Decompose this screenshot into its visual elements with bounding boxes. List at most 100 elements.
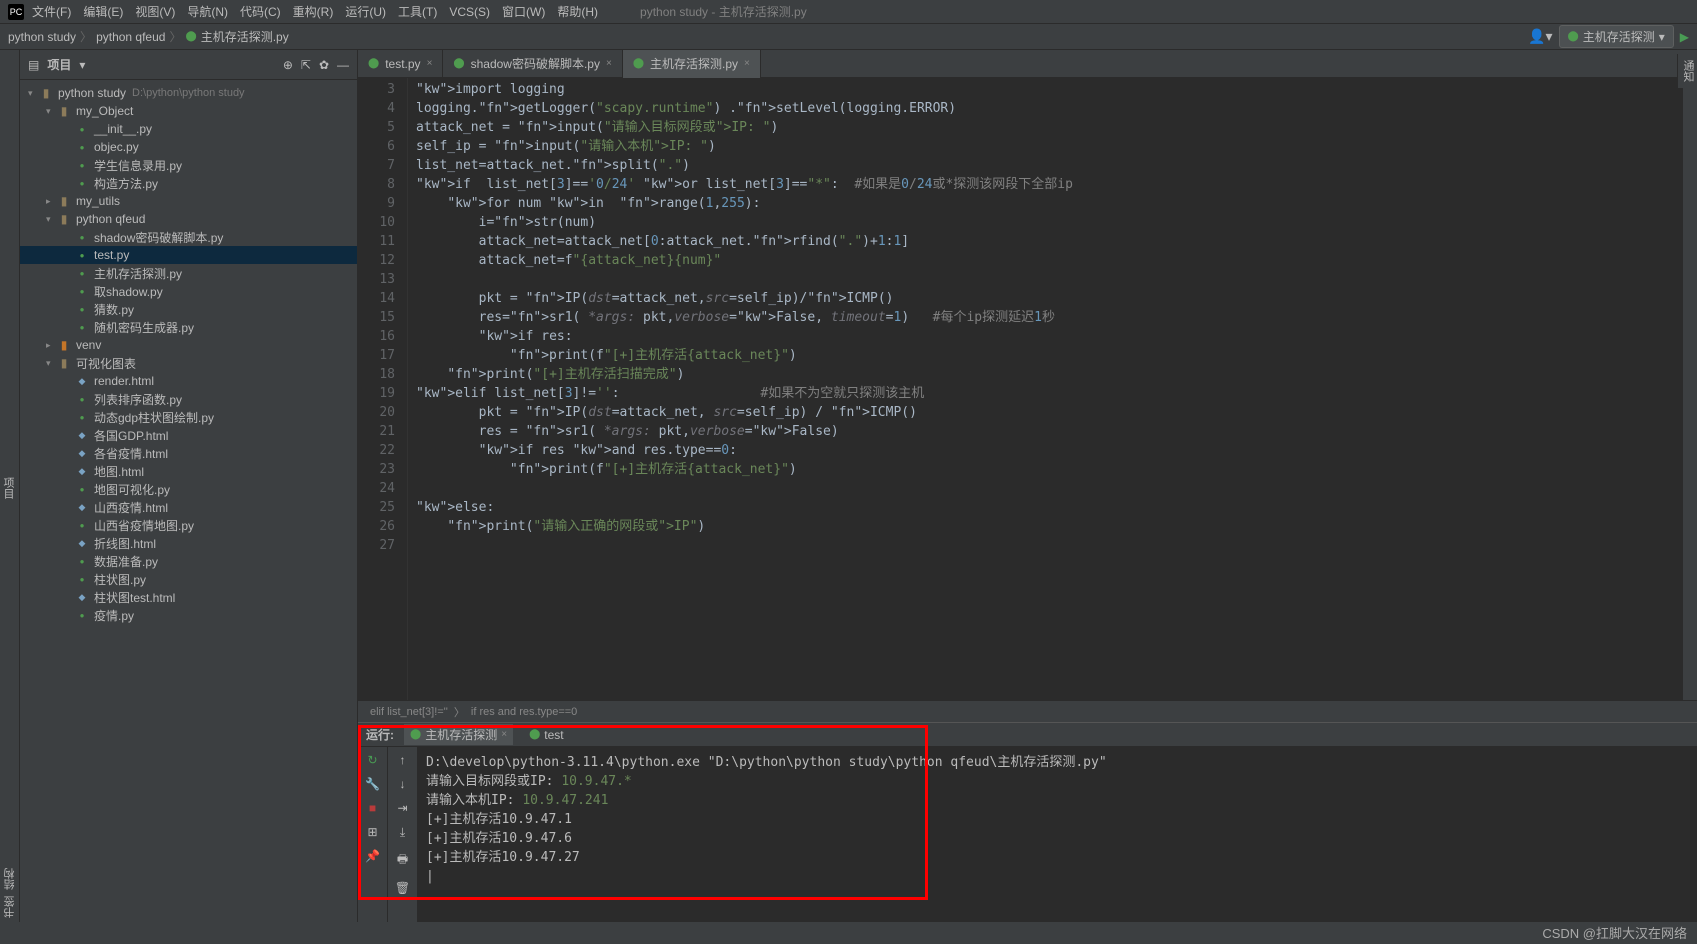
up-icon[interactable]: ↑ <box>400 753 406 767</box>
code-content[interactable]: "kw">import logging logging."fn">getLogg… <box>408 78 1683 700</box>
menu-refactor[interactable]: 重构(R) <box>293 3 334 20</box>
scroll-icon[interactable]: ⤓ <box>400 825 405 840</box>
python-icon: ⬤ <box>185 31 196 42</box>
tree-item[interactable]: 列表排序函数.py <box>20 390 357 408</box>
editor-breadcrumb: elif list_net[3]!='' 〉 if res and res.ty… <box>358 700 1697 722</box>
menu-tools[interactable]: 工具(T) <box>398 3 437 20</box>
app-logo: PC <box>8 4 24 20</box>
tree-item[interactable]: 数据准备.py <box>20 552 357 570</box>
menu-help[interactable]: 帮助(H) <box>557 3 598 20</box>
menu-edit[interactable]: 编辑(E) <box>83 3 123 20</box>
wrench-icon[interactable]: 🔧 <box>365 777 380 791</box>
left-bottom-tabs[interactable]: 书签 结构 <box>0 864 20 922</box>
scrollbar[interactable] <box>1683 78 1697 700</box>
menu-view[interactable]: 视图(V) <box>135 3 175 20</box>
tree-item[interactable]: ▾▮python qfeud <box>20 210 357 228</box>
run-config-name: 主机存活探测 <box>1583 28 1655 45</box>
tree-item[interactable]: ◆折线图.html <box>20 534 357 552</box>
tree-item[interactable]: 构造方法.py <box>20 174 357 192</box>
code-editor[interactable]: 3456789101112131415161718192021222324252… <box>358 78 1697 700</box>
pin-icon[interactable]: 📌 <box>365 849 380 863</box>
console-output[interactable]: D:\develop\python-3.11.4\python.exe "D:\… <box>418 747 1697 922</box>
structure-tab[interactable]: 结构 <box>2 868 18 890</box>
run-tabs: 运行: ⬤主机存活探测× ⬤test <box>358 723 1697 747</box>
tree-item[interactable]: 随机密码生成器.py <box>20 318 357 336</box>
editor-tab[interactable]: ⬤主机存活探测.py× <box>623 50 761 78</box>
close-icon[interactable]: × <box>427 58 433 69</box>
folder-icon: ▤ <box>28 58 39 72</box>
hide-icon[interactable]: — <box>337 58 349 72</box>
window-title: python study - 主机存活探测.py <box>640 3 807 20</box>
layout-icon[interactable]: ⊞ <box>367 825 377 839</box>
crumb-b0[interactable]: elif list_net[3]!='' <box>370 706 448 718</box>
tree-item[interactable]: objec.py <box>20 138 357 156</box>
line-gutter: 3456789101112131415161718192021222324252… <box>358 78 408 700</box>
crumb-2[interactable]: 主机存活探测.py <box>201 28 289 45</box>
tree-item[interactable]: shadow密码破解脚本.py <box>20 228 357 246</box>
close-icon[interactable]: × <box>606 58 612 69</box>
collapse-icon[interactable]: ⇱ <box>301 58 311 72</box>
tree-item[interactable]: ▸▮venv <box>20 336 357 354</box>
bookmarks-tab[interactable]: 书签 <box>2 896 18 918</box>
editor-tabs: ⬤test.py×⬤shadow密码破解脚本.py×⬤主机存活探测.py× <box>358 50 1697 78</box>
menu-run[interactable]: 运行(U) <box>345 3 386 20</box>
wrap-icon[interactable]: ⇥ <box>397 801 407 815</box>
chevron-down-icon[interactable]: ▾ <box>79 58 85 72</box>
tree-item[interactable]: ◆各省疫情.html <box>20 444 357 462</box>
menu-nav[interactable]: 导航(N) <box>187 3 228 20</box>
editor-tab[interactable]: ⬤test.py× <box>358 50 443 78</box>
menu-window[interactable]: 窗口(W) <box>502 3 545 20</box>
tree-item[interactable]: ◆地图.html <box>20 462 357 480</box>
crumb-0[interactable]: python study <box>8 30 76 44</box>
notifications-tab[interactable]: 通知 <box>1677 54 1697 88</box>
run-config-selector[interactable]: ⬤ 主机存活探测 ▾ <box>1559 25 1674 48</box>
tree-item[interactable]: 主机存活探测.py <box>20 264 357 282</box>
project-tree[interactable]: ▾▮python studyD:\python\python study▾▮my… <box>20 80 357 922</box>
menu-vcs[interactable]: VCS(S) <box>449 5 490 19</box>
print-icon[interactable]: 🖶 <box>397 850 408 871</box>
tree-item[interactable]: 地图可视化.py <box>20 480 357 498</box>
tree-item[interactable]: __init__.py <box>20 120 357 138</box>
crumb-b1[interactable]: if res and res.type==0 <box>471 706 577 718</box>
tree-item[interactable]: 动态gdp柱状图绘制.py <box>20 408 357 426</box>
tree-item[interactable]: ▸▮my_utils <box>20 192 357 210</box>
left-tool-strip[interactable]: 项目 <box>0 50 20 922</box>
run-tab-0[interactable]: ⬤主机存活探测× <box>404 724 513 745</box>
tree-item[interactable]: ◆山西疫情.html <box>20 498 357 516</box>
tree-item[interactable]: test.py <box>20 246 357 264</box>
stop-icon[interactable]: ■ <box>369 801 376 815</box>
tree-item[interactable]: ◆render.html <box>20 372 357 390</box>
run-toolbar-left: ↻ 🔧 ■ ⊞ 📌 <box>358 747 388 922</box>
down-icon[interactable]: ↓ <box>400 777 406 791</box>
tree-item[interactable]: ▾▮可视化图表 <box>20 354 357 372</box>
tree-item[interactable]: 猜数.py <box>20 300 357 318</box>
gear-icon[interactable]: ✿ <box>319 58 329 72</box>
run-panel: 运行: ⬤主机存活探测× ⬤test ↻ 🔧 ■ ⊞ 📌 ↑ ↓ ⇥ ⤓ 🖶 <box>358 722 1697 922</box>
run-toolbar-left2: ↑ ↓ ⇥ ⤓ 🖶 🗑 <box>388 747 418 922</box>
rerun-icon[interactable]: ↻ <box>367 753 377 767</box>
editor-tab[interactable]: ⬤shadow密码破解脚本.py× <box>443 50 622 78</box>
project-tab[interactable]: 项目 <box>0 477 16 499</box>
run-button[interactable]: ▶ <box>1680 30 1689 44</box>
target-icon[interactable]: ⊕ <box>283 58 293 72</box>
breadcrumb-bar: python study〉 python qfeud〉 ⬤ 主机存活探测.py … <box>0 24 1697 50</box>
project-sidebar: ▤ 项目 ▾ ⊕ ⇱ ✿ — ▾▮python studyD:\python\p… <box>20 50 358 922</box>
tree-item[interactable]: ▾▮my_Object <box>20 102 357 120</box>
crumb-1[interactable]: python qfeud <box>96 30 165 44</box>
breadcrumb: python study〉 python qfeud〉 ⬤ 主机存活探测.py <box>8 28 289 45</box>
tree-item[interactable]: ◆各国GDP.html <box>20 426 357 444</box>
tree-item[interactable]: ◆柱状图test.html <box>20 588 357 606</box>
tree-item[interactable]: 疫情.py <box>20 606 357 624</box>
tree-item[interactable]: 柱状图.py <box>20 570 357 588</box>
run-tab-1[interactable]: ⬤test <box>523 726 570 744</box>
close-icon[interactable]: × <box>744 58 750 69</box>
trash-icon[interactable]: 🗑 <box>395 881 410 895</box>
tree-item[interactable]: ▾▮python studyD:\python\python study <box>20 84 357 102</box>
tree-item[interactable]: 山西省疫情地图.py <box>20 516 357 534</box>
user-icon[interactable]: 👤▾ <box>1528 28 1552 45</box>
menu-code[interactable]: 代码(C) <box>240 3 281 20</box>
tree-item[interactable]: 学生信息录用.py <box>20 156 357 174</box>
tree-item[interactable]: 取shadow.py <box>20 282 357 300</box>
menu-file[interactable]: 文件(F) <box>32 3 71 20</box>
sidebar-header: ▤ 项目 ▾ ⊕ ⇱ ✿ — <box>20 50 357 80</box>
